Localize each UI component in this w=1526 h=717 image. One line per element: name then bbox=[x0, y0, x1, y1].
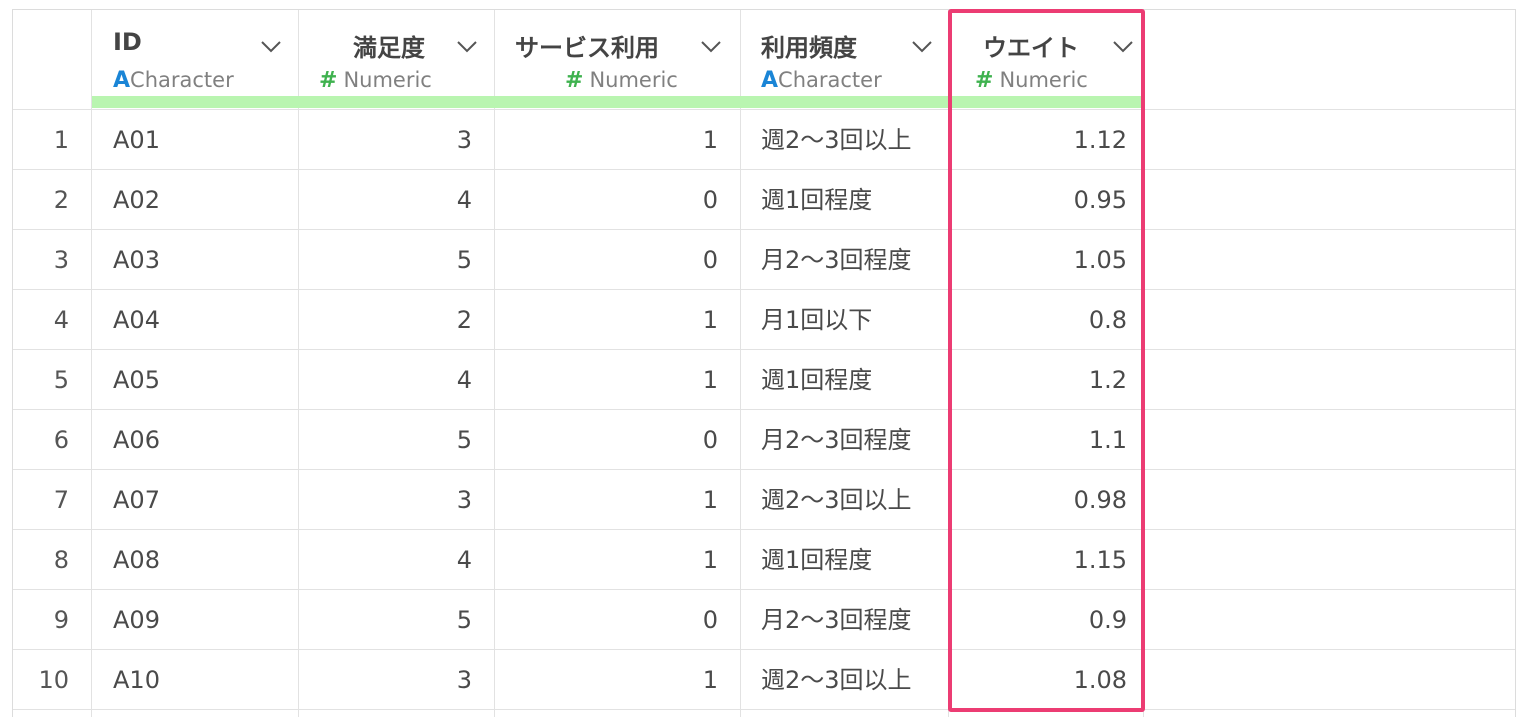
cell-service-usage[interactable]: 0 bbox=[495, 230, 718, 290]
column-name: 満足度 bbox=[353, 34, 425, 62]
row-number: 5 bbox=[53, 366, 69, 394]
cell-weight[interactable]: 0.98 bbox=[949, 470, 1127, 530]
table-row[interactable]: 8 A08 4 1 週1回程度 1.15 bbox=[13, 530, 1515, 590]
cell-weight[interactable]: 0.9 bbox=[949, 590, 1127, 650]
column-type: Numeric bbox=[589, 68, 678, 92]
cell-service-usage[interactable]: 1 bbox=[495, 350, 718, 410]
cell-frequency[interactable]: 月2〜3回程度 bbox=[761, 590, 946, 650]
cell-weight[interactable]: 1.1 bbox=[949, 410, 1127, 470]
chevron-down-icon[interactable] bbox=[260, 40, 282, 54]
cell-satisfaction[interactable]: 2 bbox=[299, 290, 472, 350]
cell-id[interactable]: A07 bbox=[113, 470, 293, 530]
cell-frequency[interactable]: 週1回程度 bbox=[761, 170, 946, 230]
row-number: 2 bbox=[53, 186, 69, 214]
table-row[interactable]: 5 A05 4 1 週1回程度 1.2 bbox=[13, 350, 1515, 410]
chevron-down-icon[interactable] bbox=[700, 40, 722, 54]
column-header-service-usage[interactable]: サービス利用 # Numeric bbox=[495, 10, 740, 110]
cell-weight[interactable]: 0.8 bbox=[949, 290, 1127, 350]
cell-frequency[interactable]: 週2〜3回以上 bbox=[761, 110, 946, 170]
cell-id[interactable]: A06 bbox=[113, 410, 293, 470]
row-number: 3 bbox=[53, 246, 69, 274]
cell-weight[interactable]: 1.15 bbox=[949, 530, 1127, 590]
table-row[interactable]: 7 A07 3 1 週2〜3回以上 0.98 bbox=[13, 470, 1515, 530]
row-number: 1 bbox=[53, 126, 69, 154]
row-number: 9 bbox=[53, 606, 69, 634]
row-number: 10 bbox=[38, 666, 69, 694]
row-number: 7 bbox=[53, 486, 69, 514]
row-number: 4 bbox=[53, 306, 69, 334]
numeric-type-icon: # bbox=[319, 68, 338, 93]
cell-frequency[interactable]: 週1回程度 bbox=[761, 530, 946, 590]
column-name: 利用頻度 bbox=[761, 34, 857, 62]
cell-satisfaction[interactable]: 5 bbox=[299, 590, 472, 650]
table-row[interactable]: 4 A04 2 1 月1回以下 0.8 bbox=[13, 290, 1515, 350]
column-type: Character bbox=[778, 68, 882, 92]
table-row[interactable]: 2 A02 4 0 週1回程度 0.95 bbox=[13, 170, 1515, 230]
column-header-id[interactable]: ID ACharacter bbox=[92, 10, 298, 110]
cell-weight[interactable]: 1.08 bbox=[949, 650, 1127, 710]
cell-service-usage[interactable]: 1 bbox=[495, 470, 718, 530]
cell-service-usage[interactable]: 0 bbox=[495, 170, 718, 230]
data-grid: ID ACharacter 満足度 # Numeric サービス利用 # Numer… bbox=[12, 9, 1516, 717]
cell-frequency[interactable]: 週1回程度 bbox=[761, 350, 946, 410]
cell-satisfaction[interactable]: 5 bbox=[299, 410, 472, 470]
table-row[interactable]: 10 A10 3 1 週2〜3回以上 1.08 bbox=[13, 650, 1515, 710]
character-type-icon: A bbox=[113, 68, 131, 93]
cell-service-usage[interactable]: 0 bbox=[495, 590, 718, 650]
cell-weight[interactable]: 0.95 bbox=[949, 170, 1127, 230]
numeric-type-icon: # bbox=[565, 68, 584, 93]
column-type: Numeric bbox=[343, 68, 432, 92]
row-divider bbox=[13, 709, 1515, 710]
cell-service-usage[interactable]: 1 bbox=[495, 650, 718, 710]
cell-id[interactable]: A10 bbox=[113, 650, 293, 710]
cell-frequency[interactable]: 月2〜3回程度 bbox=[761, 410, 946, 470]
chevron-down-icon[interactable] bbox=[1112, 40, 1134, 54]
cell-frequency[interactable]: 月2〜3回程度 bbox=[761, 230, 946, 290]
cell-satisfaction[interactable]: 3 bbox=[299, 650, 472, 710]
column-header-satisfaction[interactable]: 満足度 # Numeric bbox=[299, 10, 494, 110]
cell-weight[interactable]: 1.12 bbox=[949, 110, 1127, 170]
cell-frequency[interactable]: 週2〜3回以上 bbox=[761, 470, 946, 530]
cell-id[interactable]: A03 bbox=[113, 230, 293, 290]
cell-service-usage[interactable]: 1 bbox=[495, 530, 718, 590]
cell-satisfaction[interactable]: 4 bbox=[299, 350, 472, 410]
table-row[interactable]: 1 A01 3 1 週2〜3回以上 1.12 bbox=[13, 110, 1515, 170]
cell-service-usage[interactable]: 1 bbox=[495, 110, 718, 170]
cell-id[interactable]: A02 bbox=[113, 170, 293, 230]
cell-frequency[interactable]: 月1回以下 bbox=[761, 290, 946, 350]
column-type: Numeric bbox=[999, 68, 1088, 92]
character-type-icon: A bbox=[761, 68, 779, 93]
cell-service-usage[interactable]: 1 bbox=[495, 290, 718, 350]
cell-id[interactable]: A09 bbox=[113, 590, 293, 650]
cell-satisfaction[interactable]: 4 bbox=[299, 170, 472, 230]
column-header-weight[interactable]: ウエイト # Numeric bbox=[949, 10, 1143, 110]
cell-satisfaction[interactable]: 3 bbox=[299, 110, 472, 170]
column-name: ウエイト bbox=[983, 34, 1079, 62]
cell-satisfaction[interactable]: 4 bbox=[299, 530, 472, 590]
cell-id[interactable]: A01 bbox=[113, 110, 293, 170]
cell-service-usage[interactable]: 0 bbox=[495, 410, 718, 470]
table-row[interactable]: 3 A03 5 0 月2〜3回程度 1.05 bbox=[13, 230, 1515, 290]
chevron-down-icon[interactable] bbox=[456, 40, 478, 54]
cell-weight[interactable]: 1.2 bbox=[949, 350, 1127, 410]
cell-weight[interactable]: 1.05 bbox=[949, 230, 1127, 290]
chevron-down-icon[interactable] bbox=[911, 40, 933, 54]
numeric-type-icon: # bbox=[975, 68, 994, 93]
column-quality-bar bbox=[92, 96, 1143, 108]
row-number: 6 bbox=[53, 426, 69, 454]
cell-frequency[interactable]: 週2〜3回以上 bbox=[761, 650, 946, 710]
table-row[interactable]: 9 A09 5 0 月2〜3回程度 0.9 bbox=[13, 590, 1515, 650]
cell-id[interactable]: A05 bbox=[113, 350, 293, 410]
table-row[interactable]: 6 A06 5 0 月2〜3回程度 1.1 bbox=[13, 410, 1515, 470]
cell-id[interactable]: A08 bbox=[113, 530, 293, 590]
column-header-frequency[interactable]: 利用頻度 ACharacter bbox=[741, 10, 948, 110]
column-type: Character bbox=[130, 68, 234, 92]
cell-satisfaction[interactable]: 3 bbox=[299, 470, 472, 530]
column-name: ID bbox=[113, 28, 142, 56]
row-number: 8 bbox=[53, 546, 69, 574]
cell-satisfaction[interactable]: 5 bbox=[299, 230, 472, 290]
column-name: サービス利用 bbox=[515, 34, 659, 62]
cell-id[interactable]: A04 bbox=[113, 290, 293, 350]
